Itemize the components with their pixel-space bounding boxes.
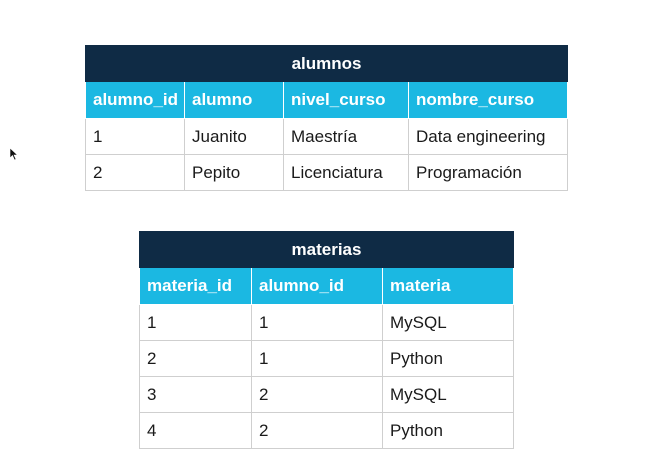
table-cell: Maestría xyxy=(283,118,409,155)
table-cell: 1 xyxy=(85,118,185,155)
alumnos-header-nombre-curso: nombre_curso xyxy=(407,81,569,119)
materias-table-title: materias xyxy=(138,231,515,268)
alumnos-header-nivel-curso: nivel_curso xyxy=(283,81,409,119)
table-cell: Python xyxy=(381,412,515,449)
table-cell: 3 xyxy=(139,376,252,413)
materias-header-materia: materia xyxy=(381,267,515,305)
page: alumnos alumno_id alumno nivel_curso nom… xyxy=(0,0,645,475)
mouse-pointer-icon xyxy=(9,147,19,161)
table-cell: Licenciatura xyxy=(283,154,409,191)
materias-header-materia-id: materia_id xyxy=(139,267,252,305)
table-cell: 1 xyxy=(251,340,383,377)
table-row: 2 1 Python xyxy=(139,340,515,377)
alumnos-header-alumno: alumno xyxy=(184,81,284,119)
table-cell: MySQL xyxy=(381,376,515,413)
table-cell: 2 xyxy=(251,412,383,449)
table-cell: 2 xyxy=(139,340,252,377)
table-cell: 4 xyxy=(139,412,252,449)
table-cell: 2 xyxy=(251,376,383,413)
table-row: 2 Pepito Licenciatura Programación xyxy=(85,154,569,191)
table-cell: 1 xyxy=(139,304,252,341)
table-cell: Data engineering xyxy=(407,118,569,155)
table-row: 3 2 MySQL xyxy=(139,376,515,413)
table-row: 4 2 Python xyxy=(139,412,515,449)
table-row: 1 Juanito Maestría Data engineering xyxy=(85,118,569,155)
alumnos-table: alumnos alumno_id alumno nivel_curso nom… xyxy=(84,45,569,191)
table-cell: Juanito xyxy=(184,118,284,155)
table-row: 1 1 MySQL xyxy=(139,304,515,341)
materias-table: materias materia_id alumno_id materia 1 … xyxy=(138,231,515,449)
alumnos-table-title: alumnos xyxy=(84,45,569,82)
table-cell: 2 xyxy=(85,154,185,191)
table-cell: MySQL xyxy=(381,304,515,341)
table-cell: Programación xyxy=(407,154,569,191)
table-cell: 1 xyxy=(251,304,383,341)
alumnos-header-alumno-id: alumno_id xyxy=(85,81,185,119)
table-cell: Python xyxy=(381,340,515,377)
table-cell: Pepito xyxy=(184,154,284,191)
materias-header-alumno-id: alumno_id xyxy=(251,267,383,305)
